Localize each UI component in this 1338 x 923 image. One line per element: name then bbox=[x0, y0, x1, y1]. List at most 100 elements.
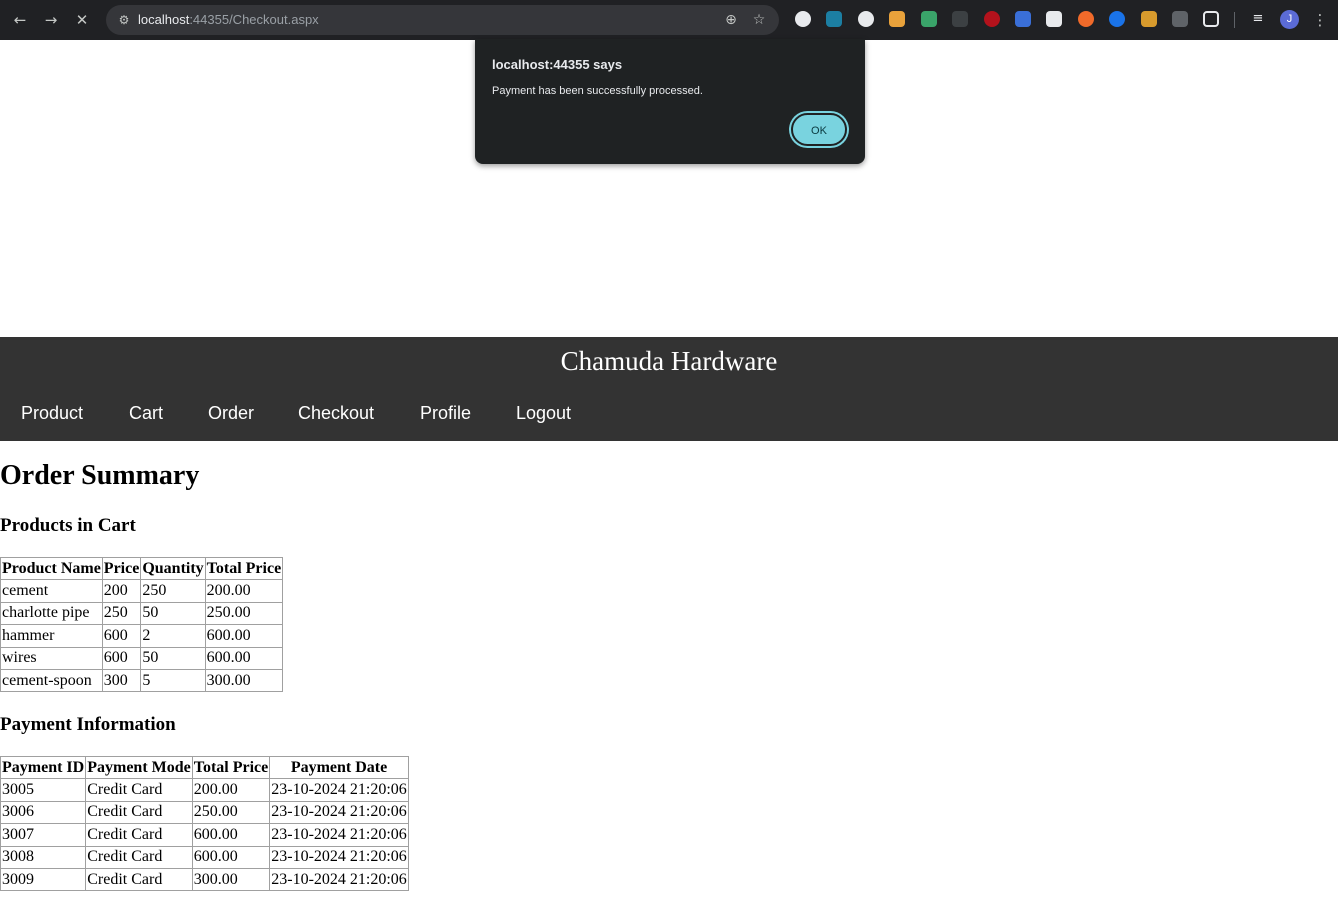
table-cell: charlotte pipe bbox=[0, 601, 103, 626]
bookmark-star-icon[interactable]: ☆ bbox=[750, 11, 768, 29]
table-cell: 600.00 bbox=[191, 845, 271, 869]
payment-section-heading: Payment Information bbox=[0, 714, 176, 735]
seo-extension-icon[interactable] bbox=[889, 11, 905, 27]
table-row: cement-spoon 300 5 300.00 bbox=[0, 668, 284, 693]
column-header: Payment Mode bbox=[85, 755, 193, 780]
table-row: 3005 Credit Card 200.00 23-10-2024 21:20… bbox=[0, 778, 409, 802]
table-cell: Credit Card bbox=[85, 778, 193, 802]
cart-table: Product Name Price Quantity Total Price … bbox=[0, 556, 284, 693]
table-cell: 5 bbox=[140, 668, 206, 693]
blank-extension-icon[interactable] bbox=[952, 11, 968, 27]
table-cell: 50 bbox=[140, 601, 206, 626]
table-cell: Credit Card bbox=[85, 845, 193, 869]
grid-extension-icon[interactable] bbox=[826, 11, 842, 27]
table-cell: 200 bbox=[101, 579, 142, 603]
site-title: Chamuda Hardware bbox=[560, 346, 778, 376]
ghost-extension-icon[interactable] bbox=[795, 11, 811, 27]
media-queue-icon[interactable]: ≡ bbox=[1250, 11, 1266, 27]
table-cell: 600.00 bbox=[204, 646, 284, 670]
zoom-icon[interactable]: ⊕ bbox=[722, 11, 740, 29]
menu-kebab-icon[interactable]: ⋮ bbox=[1309, 9, 1331, 31]
stop-loading-icon[interactable]: ✕ bbox=[71, 9, 93, 31]
table-cell: 2 bbox=[140, 624, 206, 648]
column-header: Payment ID bbox=[0, 755, 87, 780]
url-text[interactable]: localhost:44355/Checkout.aspx bbox=[138, 12, 319, 28]
column-header: Total Price bbox=[204, 556, 284, 581]
table-cell: 23-10-2024 21:20:06 bbox=[269, 867, 409, 892]
table-cell: 3005 bbox=[0, 778, 87, 802]
table-cell: wires bbox=[0, 646, 103, 670]
nav-order[interactable]: Order bbox=[208, 403, 254, 424]
table-cell: 250 bbox=[140, 579, 206, 603]
address-bar[interactable]: ⚙ localhost:44355/Checkout.aspx ⊕ ☆ bbox=[106, 5, 779, 35]
table-row: hammer 600 2 600.00 bbox=[0, 624, 284, 648]
column-header: Price bbox=[101, 556, 142, 581]
table-cell: cement bbox=[0, 579, 103, 603]
nav-product[interactable]: Product bbox=[21, 403, 83, 424]
table-cell: cement-spoon bbox=[0, 668, 103, 693]
profile-avatar[interactable]: J bbox=[1280, 10, 1299, 29]
table-cell: 23-10-2024 21:20:06 bbox=[269, 823, 409, 847]
url-host: localhost bbox=[138, 12, 190, 27]
table-cell: hammer bbox=[0, 624, 103, 648]
table-cell: Credit Card bbox=[85, 823, 193, 847]
table-row: wires 600 50 600.00 bbox=[0, 646, 284, 670]
table-cell: 300.00 bbox=[204, 668, 284, 693]
table-cell: Credit Card bbox=[85, 800, 193, 825]
person-extension-icon[interactable] bbox=[1141, 11, 1157, 27]
table-cell: 600.00 bbox=[191, 823, 271, 847]
table-cell: 50 bbox=[140, 646, 206, 670]
back-icon[interactable]: ← bbox=[9, 9, 31, 31]
nav-cart[interactable]: Cart bbox=[129, 403, 163, 424]
table-cell: 600 bbox=[101, 646, 142, 670]
table-row: charlotte pipe 250 50 250.00 bbox=[0, 601, 284, 626]
browser-toolbar: ← → ✕ ⚙ localhost:44355/Checkout.aspx ⊕ … bbox=[0, 0, 1338, 40]
nav-checkout[interactable]: Checkout bbox=[298, 403, 374, 424]
flame-extension-icon[interactable] bbox=[1078, 11, 1094, 27]
forward-icon[interactable]: → bbox=[40, 9, 62, 31]
plus-extension-icon[interactable] bbox=[858, 11, 874, 27]
page-title: Order Summary bbox=[0, 460, 200, 491]
window-extension-icon[interactable] bbox=[1046, 11, 1062, 27]
dialog-title: localhost:44355 says bbox=[492, 57, 623, 72]
table-cell: 3006 bbox=[0, 800, 87, 825]
table-cell: 23-10-2024 21:20:06 bbox=[269, 778, 409, 802]
column-header: Total Price bbox=[191, 755, 271, 780]
extensions-puzzle-icon[interactable] bbox=[1203, 11, 1219, 27]
table-cell: 300.00 bbox=[191, 867, 271, 892]
ublock-extension-icon[interactable] bbox=[984, 11, 1000, 27]
table-cell: 3007 bbox=[0, 823, 87, 847]
table-row: 3009 Credit Card 300.00 23-10-2024 21:20… bbox=[0, 867, 409, 892]
toolbar-divider bbox=[1234, 12, 1235, 28]
table-row: 3008 Credit Card 600.00 23-10-2024 21:20… bbox=[0, 845, 409, 869]
table-cell: 200.00 bbox=[191, 778, 271, 802]
column-header: Payment Date bbox=[269, 755, 409, 780]
wave-extension-icon[interactable] bbox=[1109, 11, 1125, 27]
url-path: :44355/Checkout.aspx bbox=[189, 12, 319, 27]
table-row: cement 200 250 200.00 bbox=[0, 579, 284, 603]
table-header-row: Payment ID Payment Mode Total Price Paym… bbox=[0, 755, 409, 780]
table-cell: 600.00 bbox=[204, 624, 284, 648]
table-cell: 600 bbox=[101, 624, 142, 648]
alert-dialog: localhost:44355 says Payment has been su… bbox=[475, 39, 865, 164]
dialog-message: Payment has been successfully processed. bbox=[492, 85, 703, 97]
table-header-row: Product Name Price Quantity Total Price bbox=[0, 556, 284, 581]
camera-extension-icon[interactable] bbox=[1172, 11, 1188, 27]
nav-logout[interactable]: Logout bbox=[516, 403, 571, 424]
table-cell: 250 bbox=[101, 601, 142, 626]
table-cell: 250.00 bbox=[204, 601, 284, 626]
nav-profile[interactable]: Profile bbox=[420, 403, 471, 424]
table-row: 3007 Credit Card 600.00 23-10-2024 21:20… bbox=[0, 823, 409, 847]
table-cell: 250.00 bbox=[191, 800, 271, 825]
site-info-icon[interactable]: ⚙ bbox=[116, 12, 132, 28]
ok-button[interactable]: OK bbox=[791, 113, 847, 146]
table-row: 3006 Credit Card 250.00 23-10-2024 21:20… bbox=[0, 800, 409, 825]
translate-extension-icon[interactable] bbox=[1015, 11, 1031, 27]
payment-table: Payment ID Payment Mode Total Price Paym… bbox=[0, 755, 409, 892]
table-cell: 3008 bbox=[0, 845, 87, 869]
table-cell: 200.00 bbox=[204, 579, 284, 603]
table-cell: 23-10-2024 21:20:06 bbox=[269, 800, 409, 825]
table-cell: 300 bbox=[101, 668, 142, 693]
mail-extension-icon[interactable] bbox=[921, 11, 937, 27]
table-cell: Credit Card bbox=[85, 867, 193, 892]
